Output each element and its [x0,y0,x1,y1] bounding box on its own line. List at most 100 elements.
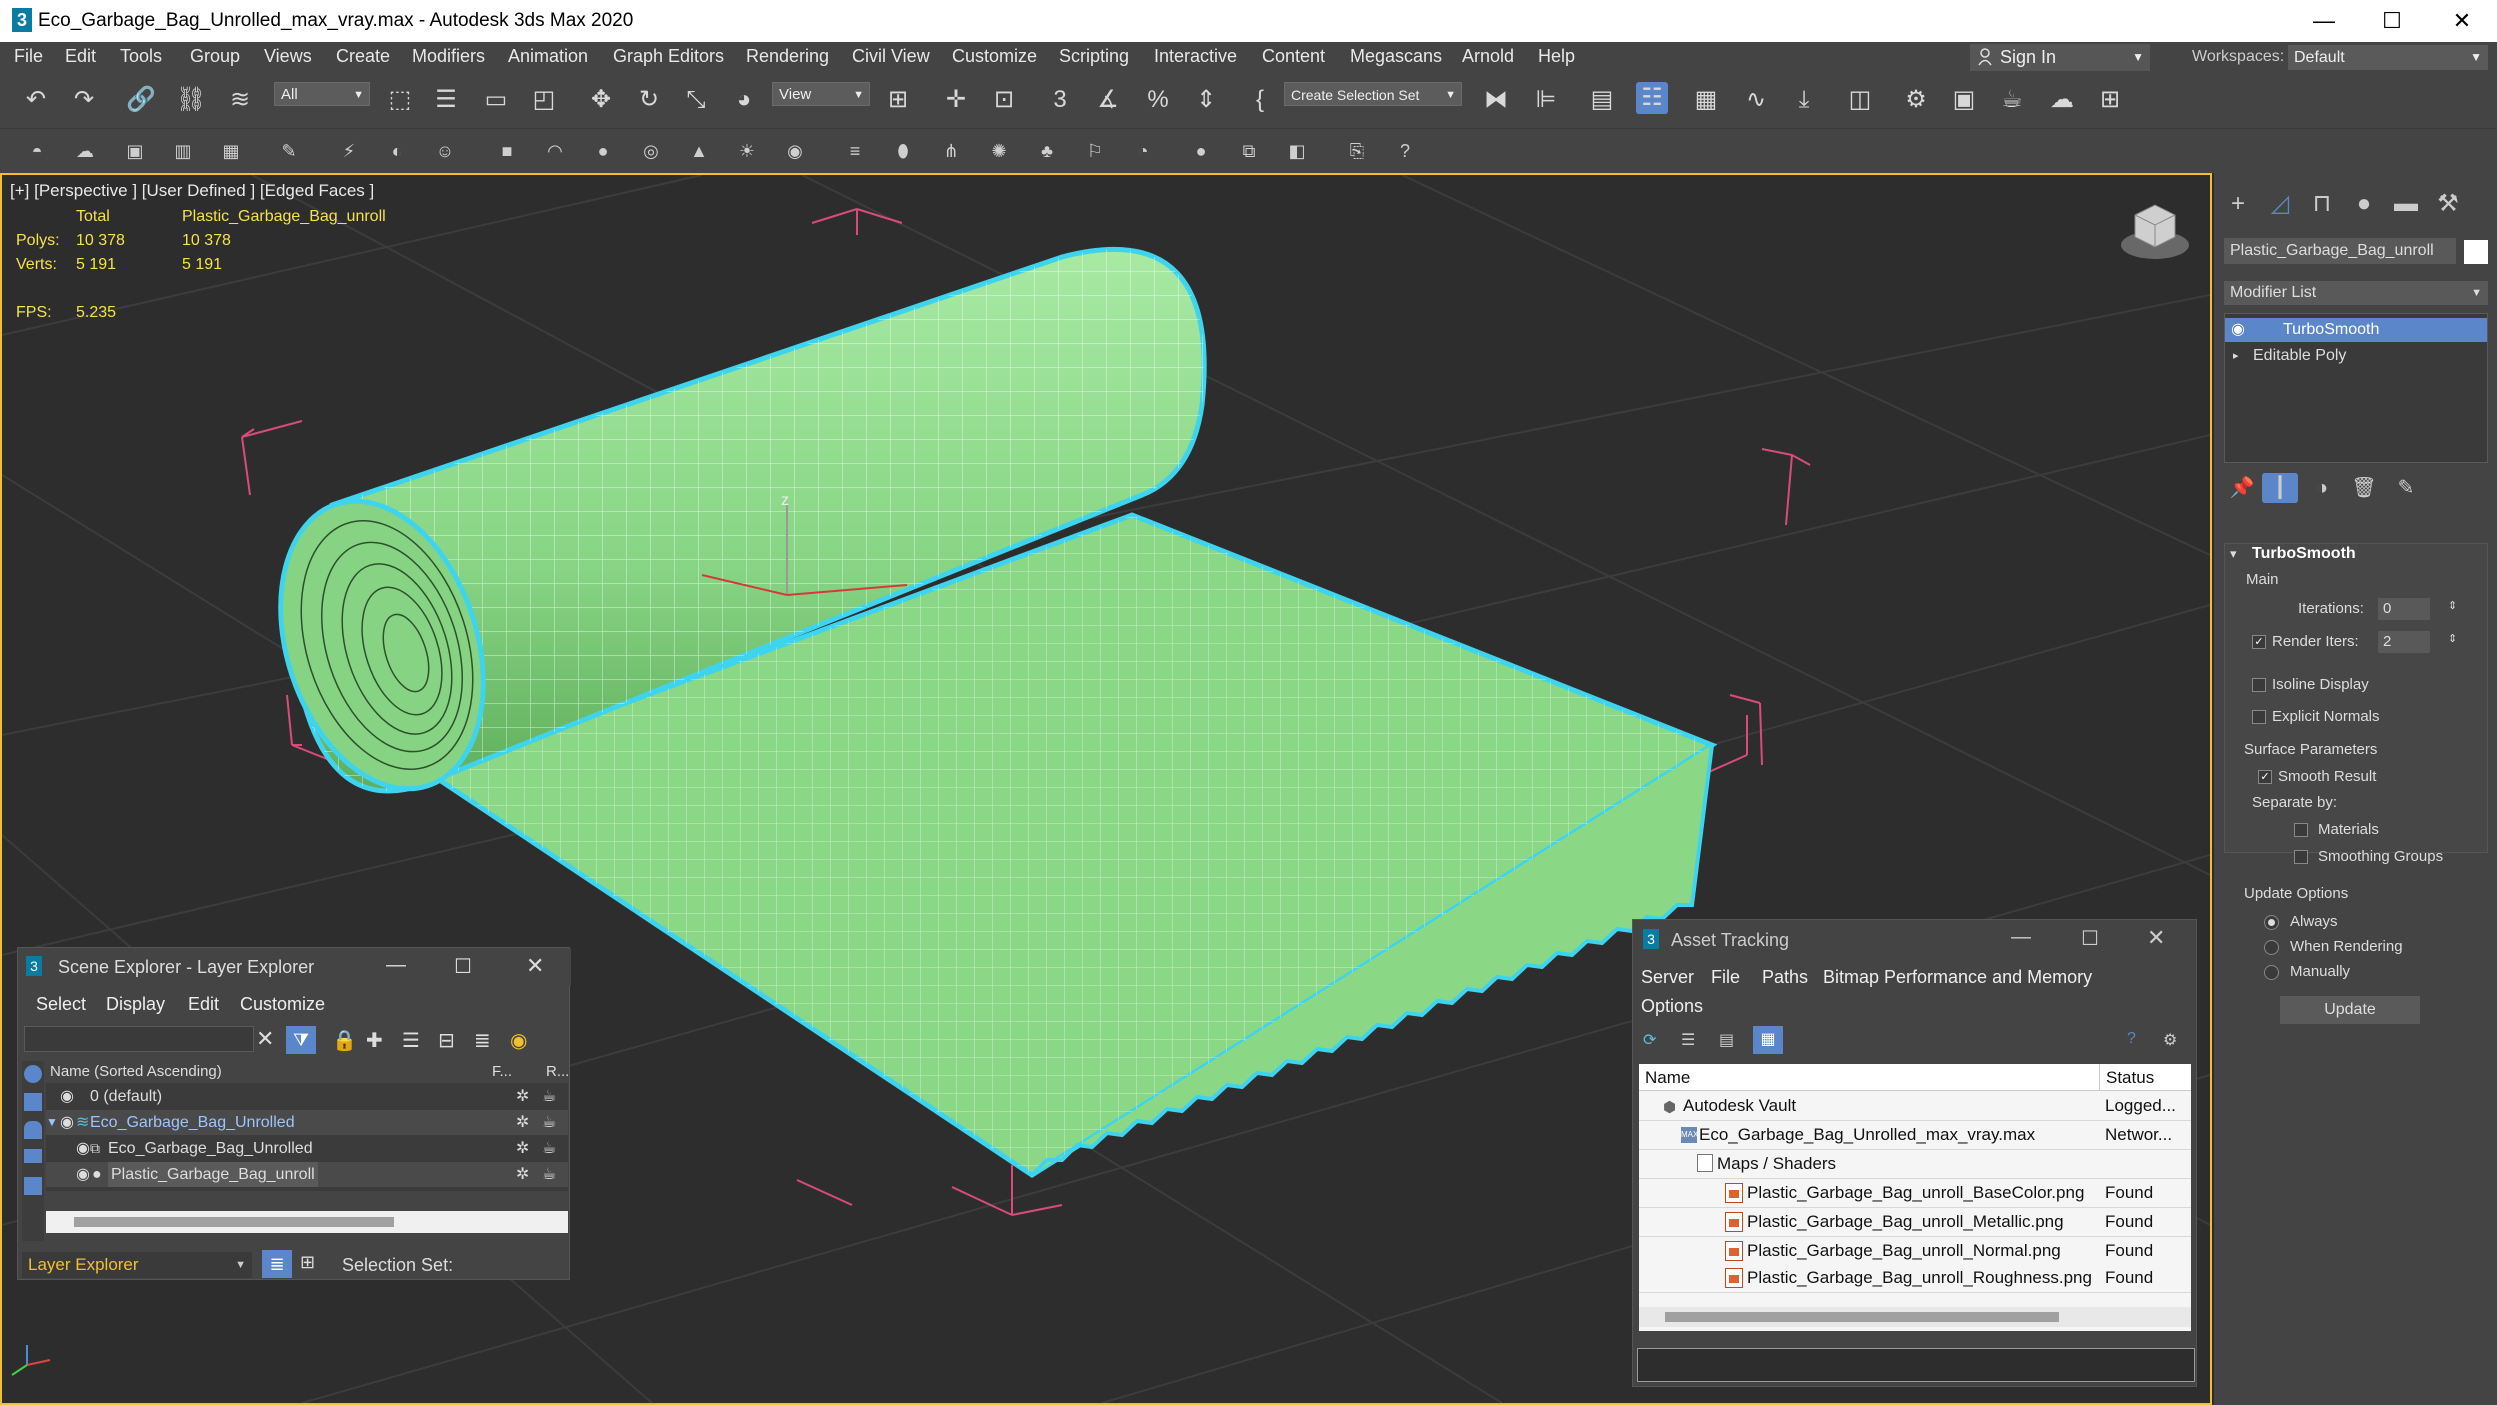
col-status-header[interactable]: Status [2099,1064,2154,1091]
schematic-view-icon[interactable]: ⤓ [1788,84,1820,116]
toggle-ribbon-icon[interactable]: ☷ [1636,82,1668,114]
convert-icon[interactable]: ⧉ [1236,138,1262,164]
menu-megascans[interactable]: Megascans [1350,46,1442,67]
infinite-plane-icon[interactable]: ◔ [1130,138,1156,164]
omni-light-icon[interactable]: ◉ [782,138,808,164]
box-primitive-icon[interactable]: ■ [494,138,520,164]
spinner-arrows-icon[interactable]: ⇕ [2448,632,2457,645]
display-lights-icon[interactable] [24,1121,42,1139]
se-menu-display[interactable]: Display [106,994,165,1015]
menu-edit[interactable]: Edit [65,46,96,67]
minimize-button[interactable]: — [2290,2,2358,40]
keyboard-shortcut-icon[interactable]: ⊡ [988,84,1020,116]
isoline-display-checkbox[interactable] [2252,678,2266,692]
eye-icon[interactable]: ◉ [60,1084,74,1109]
pin-stack-icon[interactable]: 📌 [2224,473,2260,503]
import-icon[interactable]: ⎘ [1344,138,1370,164]
rollout-title[interactable]: TurboSmooth [2252,545,2356,563]
menu-tools[interactable]: Tools [120,46,162,67]
scene-explorer-icon[interactable]: ▦ [1690,84,1722,116]
layers-icon[interactable]: ☰ [402,1028,420,1053]
asset-row[interactable]: Plastic_Garbage_Bag_unroll_BaseColor.png… [1639,1179,2191,1208]
sphere-icon[interactable]: ● [590,138,616,164]
align-icon[interactable]: ⊫ [1530,84,1562,116]
hierarchy-tab-icon[interactable]: ⊓ [2304,189,2340,219]
display-objects-icon[interactable] [24,1065,42,1083]
freeze-icon[interactable]: ✲ [516,1136,529,1161]
remove-modifier-icon[interactable]: 🗑 [2346,473,2382,503]
pivot-center-icon[interactable]: ⊞ [882,84,914,116]
at-menu-options[interactable]: Options [1641,996,1703,1017]
render-cloud-icon[interactable]: ☁ [2046,84,2078,116]
rendered-frame-window-icon[interactable]: ▣ [1948,84,1980,116]
settings-icon[interactable]: ⚙ [2163,1030,2177,1050]
asset-row[interactable]: Plastic_Garbage_Bag_unroll_Normal.png Fo… [1639,1237,2191,1266]
freeze-icon[interactable]: ✲ [516,1084,529,1109]
close-button[interactable]: ✕ [2428,2,2496,40]
se-menu-customize[interactable]: Customize [240,994,325,1015]
at-menu-file[interactable]: File [1711,967,1740,988]
render-teapot-icon[interactable]: ☕ [542,1162,556,1187]
mirror-icon[interactable]: ⧓ [1480,84,1512,116]
placement-icon[interactable]: ◕ [728,84,760,116]
asset-row[interactable]: Plastic_Garbage_Bag_unroll_Metallic.png … [1639,1208,2191,1237]
maximize-button[interactable]: ☐ [2358,2,2426,40]
proxy-icon[interactable]: ⋔ [938,138,964,164]
scrollbar-thumb[interactable] [1665,1312,2059,1322]
dome-icon[interactable]: ◠ [542,138,568,164]
horizontal-scrollbar[interactable] [46,1211,568,1233]
spinner-snap-icon[interactable]: ⇕ [1190,84,1222,116]
minimize-icon[interactable]: — [386,954,406,977]
bones-icon[interactable]: ⚡ [336,138,362,164]
menu-arnold[interactable]: Arnold [1462,46,1514,67]
at-menu-paths[interactable]: Paths [1762,967,1808,988]
view-cube-icon[interactable] [2121,204,2189,259]
highlight-layer-icon[interactable]: ◉ [510,1028,527,1053]
menu-graph-editors[interactable]: Graph Editors [613,46,724,67]
plane-icon[interactable]: ▥ [170,138,196,164]
select-object-icon[interactable]: ⬚ [384,84,416,116]
motion-tab-icon[interactable]: ● [2346,189,2382,219]
display-tab-icon[interactable]: ▬ [2388,189,2424,219]
asset-row[interactable]: MAX Eco_Garbage_Bag_Unrolled_max_vray.ma… [1639,1121,2191,1150]
layer-explorer-toggle-icon[interactable]: ≣ [262,1250,292,1278]
layer-row-default[interactable]: ◉ 0 (default) ✲ ☕ [46,1084,568,1109]
materials-checkbox[interactable] [2294,823,2308,837]
update-button[interactable]: Update [2280,996,2420,1024]
menu-create[interactable]: Create [336,46,390,67]
at-menu-bitmap-performance[interactable]: Bitmap Performance and Memory [1823,967,2092,988]
spinner-arrows-icon[interactable]: ⇕ [2448,599,2457,612]
close-icon[interactable]: ✕ [2147,925,2165,951]
col-render-header[interactable]: R... [546,1061,569,1083]
object-row-eco-garbage-bag[interactable]: ◉ ⧉ Eco_Garbage_Bag_Unrolled ✲ ☕ [46,1136,568,1161]
scene-search-input[interactable] [24,1026,254,1052]
rect-selection-icon[interactable]: ▭ [480,84,512,116]
se-menu-edit[interactable]: Edit [188,994,219,1015]
col-name-header[interactable]: Name (Sorted Ascending) [50,1061,222,1083]
select-by-name-icon[interactable]: ☰ [430,84,462,116]
minimize-icon[interactable]: — [2011,926,2031,949]
object-color-swatch[interactable] [2464,240,2488,264]
menu-content[interactable]: Content [1262,46,1325,67]
link-icon[interactable]: 🔗 [125,84,157,116]
make-unique-icon[interactable]: ◑ [2304,473,2340,503]
menu-customize[interactable]: Customize [952,46,1037,67]
torus-icon[interactable]: ◎ [638,138,664,164]
freeze-icon[interactable]: ✲ [516,1162,529,1187]
render-iters-spinner[interactable]: 2 [2378,631,2430,653]
utilities-tab-icon[interactable]: ⚒ [2430,189,2466,219]
maximize-icon[interactable]: ☐ [454,954,472,979]
menu-group[interactable]: Group [190,46,240,67]
render-teapot-icon[interactable]: ☕ [542,1136,556,1161]
hierarchy-toggle-icon[interactable]: ⊞ [300,1252,315,1273]
menu-rendering[interactable]: Rendering [746,46,829,67]
scrollbar-thumb[interactable] [74,1217,394,1227]
object-name-field[interactable]: Plastic_Garbage_Bag_unroll [2224,238,2456,264]
snaps-toggle-icon[interactable]: 3 [1044,84,1076,116]
menu-modifiers[interactable]: Modifiers [412,46,485,67]
scene-explorer-titlebar[interactable]: 3 Scene Explorer - Layer Explorer — ☐ ✕ [18,948,571,986]
redo-icon[interactable]: ↷ [68,84,100,116]
teapot-icon[interactable]: ◓ [24,138,50,164]
material-sphere-icon[interactable]: ● [1188,138,1214,164]
always-radio[interactable] [2264,915,2279,930]
